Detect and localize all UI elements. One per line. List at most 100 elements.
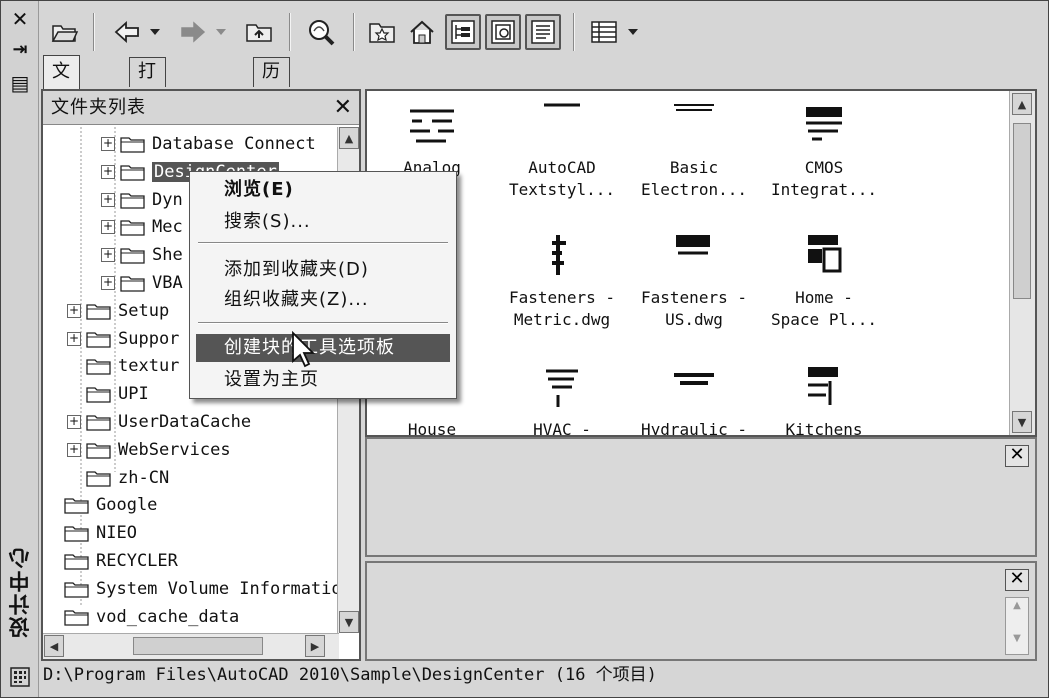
scroll-down-icon[interactable]: ▼ [1006,633,1028,644]
scroll-up-icon[interactable]: ▲ [339,127,359,149]
scroll-down-icon[interactable]: ▼ [1012,411,1032,433]
back-dropdown-icon[interactable] [147,13,163,51]
description-icon[interactable] [525,14,561,50]
tree-node-label: Database Connect [152,134,316,154]
description-scrollbar[interactable]: ▲ ▼ [1005,597,1029,655]
drawing-name-cont: US.dwg [665,310,723,329]
expand-icon[interactable]: + [67,442,81,457]
expand-icon[interactable]: + [101,192,115,207]
drawing-item[interactable]: Home - Space Pl... [759,231,889,331]
drawing-item[interactable]: Basic Electron... [629,101,759,201]
drawing-name: Kitchens [785,420,863,437]
drawing-name: Fasteners - [509,288,615,307]
tree-node[interactable]: RECYCLER [45,548,178,574]
folder-icon [86,330,112,348]
forward-dropdown-icon[interactable] [213,13,229,51]
menu-item-create-tool-palette[interactable]: 创建块的工具选项板 [196,334,450,362]
close-icon[interactable]: ✕ [1005,569,1029,591]
content-scrollbar[interactable]: ▲ ▼ [1009,91,1035,435]
drawing-item[interactable]: CMOS Integrat... [759,101,889,201]
drawing-name-cont: Electron... [641,180,747,199]
grip-icon[interactable] [7,665,33,689]
tree-node[interactable]: + Mec [101,214,183,240]
expand-icon[interactable]: + [67,331,81,346]
drawing-item[interactable]: AutoCAD Textstyl... [497,101,627,201]
load-icon[interactable] [49,13,81,51]
tree-node[interactable]: + Dyn [101,187,183,213]
forward-icon[interactable] [173,13,213,51]
drawing-thumbnail [532,101,592,151]
tab-folders[interactable]: 文件夹 [43,55,80,146]
scroll-left-icon[interactable]: ◀ [44,635,64,657]
folder-list-title: 文件夹列表 [51,97,146,118]
content-scroll-thumb[interactable] [1013,123,1031,299]
tab-open-drawings[interactable]: 打开的图形 [129,57,166,194]
drawing-item[interactable]: Hydraulic - [629,363,759,435]
scroll-down-icon[interactable]: ▼ [339,611,359,633]
status-bar: D:\Program Files\AutoCAD 2010\Sample\Des… [43,665,657,685]
up-icon[interactable] [241,13,277,51]
tree-node[interactable]: + Suppor [67,326,179,352]
expand-icon[interactable]: + [67,415,81,429]
scroll-up-icon[interactable]: ▲ [1012,93,1032,115]
menu-item-add-to-favorites[interactable]: 添加到收藏夹(D) [196,256,450,284]
tree-view-toggle-icon[interactable] [445,14,481,50]
menu-item-set-as-home[interactable]: 设置为主页 [196,366,450,394]
tree-node[interactable]: + WebServices [67,437,231,463]
favorites-icon[interactable] [365,13,399,51]
tree-node[interactable]: + Database Connect [101,131,316,157]
preview-icon[interactable] [485,14,521,50]
expand-icon[interactable]: + [67,303,81,318]
menu-item-search[interactable]: 搜索(S)... [196,208,450,236]
expand-icon[interactable]: + [101,164,115,179]
drawing-thumbnail [794,101,854,151]
back-icon[interactable] [107,13,147,51]
folder-tree-hscrollbar[interactable]: ◀ ▶ [43,633,339,659]
tree-node[interactable]: + Setup [67,298,169,324]
tree-node[interactable]: System Volume Information [45,576,339,602]
tree-node[interactable]: Google [45,492,157,518]
menu-item-organize-favorites[interactable]: 组织收藏夹(Z)... [196,286,450,314]
close-icon[interactable]: ✕ [1005,445,1029,467]
views-icon[interactable] [587,13,621,51]
tab-history[interactable]: 历史记录 [253,57,290,166]
tree-node-label: UPI [118,384,149,405]
tree-node[interactable]: textur [67,353,179,379]
expand-icon[interactable]: + [101,248,115,263]
tree-node[interactable]: vod_cache_data [45,604,239,630]
folder-icon [86,302,112,320]
tree-node[interactable]: + VBA [101,270,183,296]
drawing-thumbnail [664,231,724,281]
tree-node[interactable]: + She [101,242,183,268]
search-icon[interactable] [303,13,339,51]
close-icon[interactable]: ✕ [7,7,33,31]
folder-icon [120,274,146,292]
drawing-item[interactable]: Kitchens [759,363,889,437]
autohide-icon[interactable]: ⇥ [7,37,33,61]
tree-node-label: System Volume Information [96,578,339,599]
expand-icon[interactable]: + [101,220,115,235]
home-icon[interactable] [405,13,439,51]
scroll-up-icon[interactable]: ▲ [1006,600,1028,611]
tree-node[interactable]: UPI [67,381,149,407]
folder-icon [120,191,146,209]
expand-icon[interactable]: + [101,137,115,151]
drawing-item[interactable]: HVAC - [497,363,627,435]
close-icon[interactable]: ✕ [334,91,353,125]
tree-node[interactable]: NIEO [45,520,137,546]
scroll-right-icon[interactable]: ▶ [305,635,325,657]
tree-node[interactable]: + UserDataCache [67,409,251,435]
menu-item-browse[interactable]: 浏览(E) [196,176,450,204]
menu-separator [198,242,448,244]
tree-node[interactable]: zh-CN [67,465,169,491]
views-dropdown-icon[interactable] [625,13,641,51]
drawing-name-cont: Metric.dwg [513,310,611,329]
drawing-item[interactable]: Fasteners - Metric.dwg [497,231,627,331]
properties-icon[interactable]: ▤ [7,71,33,95]
context-menu: 浏览(E) 搜索(S)... 添加到收藏夹(D) 组织收藏夹(Z)... 创建块… [189,171,457,399]
tree-node-label: RECYCLER [96,551,178,571]
tree-node-label: WebServices [118,439,231,460]
drawing-item[interactable]: Fasteners - US.dwg [629,231,759,331]
hscroll-thumb[interactable] [133,637,263,655]
expand-icon[interactable]: + [101,276,115,290]
